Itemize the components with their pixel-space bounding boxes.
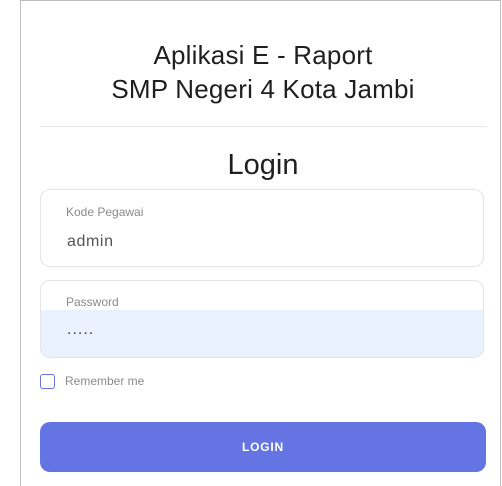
remember-me-label: Remember me	[65, 374, 145, 388]
password-field[interactable]: Password .....	[40, 280, 484, 358]
header-divider	[40, 126, 486, 127]
frame-border-left	[20, 0, 21, 486]
frame-border-right	[500, 0, 501, 486]
password-input[interactable]: .....	[67, 321, 94, 339]
remember-me-checkbox[interactable]	[40, 373, 55, 389]
password-autofill-background	[41, 310, 483, 357]
kode-pegawai-field[interactable]: Kode Pegawai admin	[40, 189, 484, 267]
school-name: SMP Negeri 4 Kota Jambi	[111, 74, 415, 104]
remember-me[interactable]: Remember me	[40, 372, 144, 390]
app-title: Aplikasi E - Raport	[153, 40, 373, 70]
frame-border-top	[20, 0, 501, 1]
login-heading: Login	[227, 149, 299, 181]
kode-pegawai-input[interactable]: admin	[67, 233, 114, 251]
password-label: Password	[66, 295, 119, 309]
login-page: Aplikasi E - Raport SMP Negeri 4 Kota Ja…	[0, 0, 502, 486]
kode-pegawai-label: Kode Pegawai	[66, 205, 144, 219]
login-button[interactable]: LOGIN	[40, 422, 486, 472]
